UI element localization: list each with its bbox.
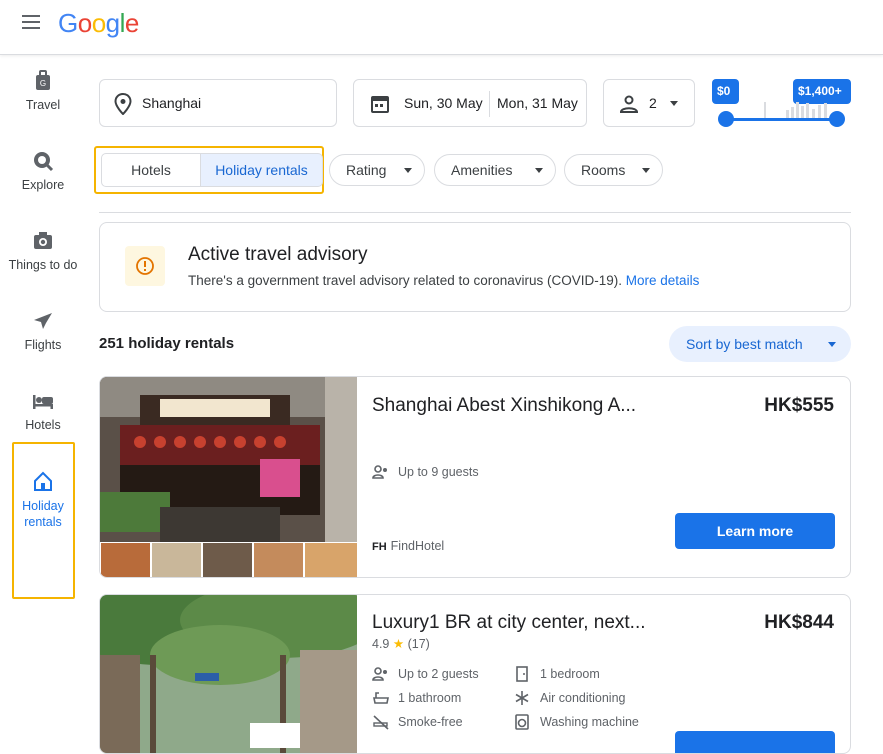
results-count: 251 holiday rentals bbox=[99, 335, 235, 352]
people-icon bbox=[372, 667, 387, 681]
sidebar-item-explore[interactable]: Explore bbox=[0, 150, 86, 192]
price-slider-max-handle[interactable] bbox=[829, 111, 845, 127]
amenity-label: Up to 2 guests bbox=[398, 667, 479, 681]
chevron-down-icon bbox=[404, 168, 412, 173]
sidebar-item-things-to-do[interactable]: Things to do bbox=[0, 230, 86, 272]
provider: FH FindHotel bbox=[372, 539, 444, 553]
checkout-date[interactable]: Mon, 31 May bbox=[497, 95, 578, 111]
price-histogram-bar bbox=[796, 102, 799, 119]
location-value: Shanghai bbox=[142, 95, 202, 111]
bed-icon bbox=[33, 395, 53, 409]
explore-icon bbox=[34, 152, 54, 172]
listing-price: HK$844 bbox=[764, 612, 834, 633]
amenity-label: 1 bedroom bbox=[540, 667, 600, 681]
sidebar-item-label: Flights bbox=[24, 338, 62, 352]
listing-title[interactable]: Luxury1 BR at city center, next... bbox=[372, 612, 646, 634]
house-icon bbox=[34, 471, 52, 491]
price-slider-track[interactable] bbox=[726, 118, 837, 121]
findhotel-logo: FH bbox=[372, 541, 387, 553]
price-slider-min-handle[interactable] bbox=[718, 111, 734, 127]
amenities-filter-chip[interactable]: Amenities bbox=[434, 154, 556, 186]
chevron-down-icon bbox=[828, 342, 836, 347]
chip-label: Rating bbox=[346, 162, 387, 178]
listing-title[interactable]: Shanghai Abest Xinshikong A... bbox=[372, 395, 636, 417]
sidebar-item-flights[interactable]: Flights bbox=[0, 310, 86, 352]
snowflake-icon bbox=[515, 691, 529, 705]
advisory-icon-box bbox=[125, 246, 165, 286]
amenity-label: Washing machine bbox=[540, 715, 639, 729]
checkin-date[interactable]: Sun, 30 May bbox=[404, 95, 483, 111]
rating-row: 4.9 ★ (17) bbox=[372, 636, 430, 651]
section-divider bbox=[99, 212, 851, 213]
rental-type-toggle: Hotels Holiday rentals bbox=[94, 146, 324, 194]
star-icon: ★ bbox=[392, 637, 405, 651]
svg-text:G: G bbox=[40, 79, 46, 88]
amenity-label: Up to 9 guests bbox=[398, 465, 479, 479]
review-count: (17) bbox=[407, 637, 430, 651]
chevron-down-icon bbox=[535, 168, 543, 173]
amenity-label: Air conditioning bbox=[540, 691, 626, 705]
chip-label: Amenities bbox=[451, 162, 513, 178]
price-max-label: $1,400+ bbox=[793, 79, 851, 104]
sidebar-item-label: Hotels bbox=[25, 418, 61, 432]
sidebar-item-travel[interactable]: G Travel bbox=[0, 70, 86, 112]
rooms-filter-chip[interactable]: Rooms bbox=[564, 154, 663, 186]
listing-card[interactable]: Luxury1 BR at city center, next... HK$84… bbox=[99, 594, 851, 754]
tab-holiday-rentals[interactable]: Holiday rentals bbox=[200, 153, 323, 187]
sidebar-item-label: Things to do bbox=[8, 258, 78, 272]
location-pin-icon bbox=[114, 93, 132, 115]
sidebar-item-label: Explore bbox=[21, 178, 65, 192]
bathtub-icon bbox=[373, 692, 389, 704]
sidebar-item-holiday-rentals[interactable]: Holiday rentals bbox=[0, 470, 86, 530]
washing-machine-icon bbox=[515, 714, 529, 730]
date-picker[interactable]: Sun, 30 May Mon, 31 May bbox=[353, 79, 587, 127]
rating-value: 4.9 bbox=[372, 637, 390, 651]
guests-value: 2 bbox=[649, 95, 657, 111]
calendar-icon bbox=[371, 96, 389, 113]
date-divider bbox=[489, 91, 490, 117]
guests-selector[interactable]: 2 bbox=[603, 79, 695, 127]
sidebar-item-label: Holiday rentals bbox=[22, 499, 64, 529]
person-icon bbox=[619, 95, 639, 113]
tab-hotels[interactable]: Hotels bbox=[101, 153, 201, 187]
listing-photo[interactable] bbox=[100, 595, 357, 754]
more-details-link[interactable]: More details bbox=[626, 273, 700, 288]
listing-photo[interactable] bbox=[100, 377, 357, 577]
learn-more-button[interactable] bbox=[675, 731, 835, 753]
listing-card[interactable]: Shanghai Abest Xinshikong A... HK$555 Up… bbox=[99, 376, 851, 578]
camera-icon bbox=[34, 232, 52, 249]
learn-more-button[interactable]: Learn more bbox=[675, 513, 835, 549]
provider-name: FindHotel bbox=[390, 539, 445, 553]
no-smoking-icon bbox=[373, 715, 389, 730]
sidebar-item-hotels[interactable]: Hotels bbox=[0, 392, 86, 432]
chevron-down-icon bbox=[670, 101, 678, 106]
google-logo[interactable]: Google bbox=[58, 8, 139, 39]
menu-icon[interactable] bbox=[22, 15, 40, 29]
price-histogram-bar bbox=[824, 103, 827, 119]
sidebar-item-label: Travel bbox=[25, 98, 61, 112]
advisory-body: There's a government travel advisory rel… bbox=[188, 273, 623, 288]
travel-advisory-card: Active travel advisory There's a governm… bbox=[99, 222, 851, 312]
info-icon bbox=[136, 257, 154, 275]
price-histogram-bar bbox=[764, 102, 766, 119]
chip-label: Rooms bbox=[581, 162, 626, 178]
sort-label: Sort by best match bbox=[686, 336, 803, 352]
plane-icon bbox=[34, 313, 52, 329]
rating-filter-chip[interactable]: Rating bbox=[329, 154, 425, 186]
top-bar: Google bbox=[0, 0, 883, 55]
amenity-label: 1 bathroom bbox=[398, 691, 462, 705]
advisory-title: Active travel advisory bbox=[188, 244, 368, 265]
listing-price: HK$555 bbox=[764, 395, 834, 416]
location-input[interactable]: Shanghai bbox=[99, 79, 337, 127]
sort-dropdown[interactable]: Sort by best match bbox=[669, 326, 851, 362]
amenity-label: Smoke-free bbox=[398, 715, 463, 729]
advisory-text: There's a government travel advisory rel… bbox=[188, 273, 699, 288]
price-histogram-bar bbox=[806, 103, 809, 119]
chevron-down-icon bbox=[642, 168, 650, 173]
price-histogram-bar bbox=[818, 105, 821, 119]
people-icon bbox=[372, 465, 387, 479]
door-icon bbox=[516, 666, 528, 682]
luggage-icon: G bbox=[36, 70, 50, 90]
price-min-label: $0 bbox=[712, 79, 739, 104]
